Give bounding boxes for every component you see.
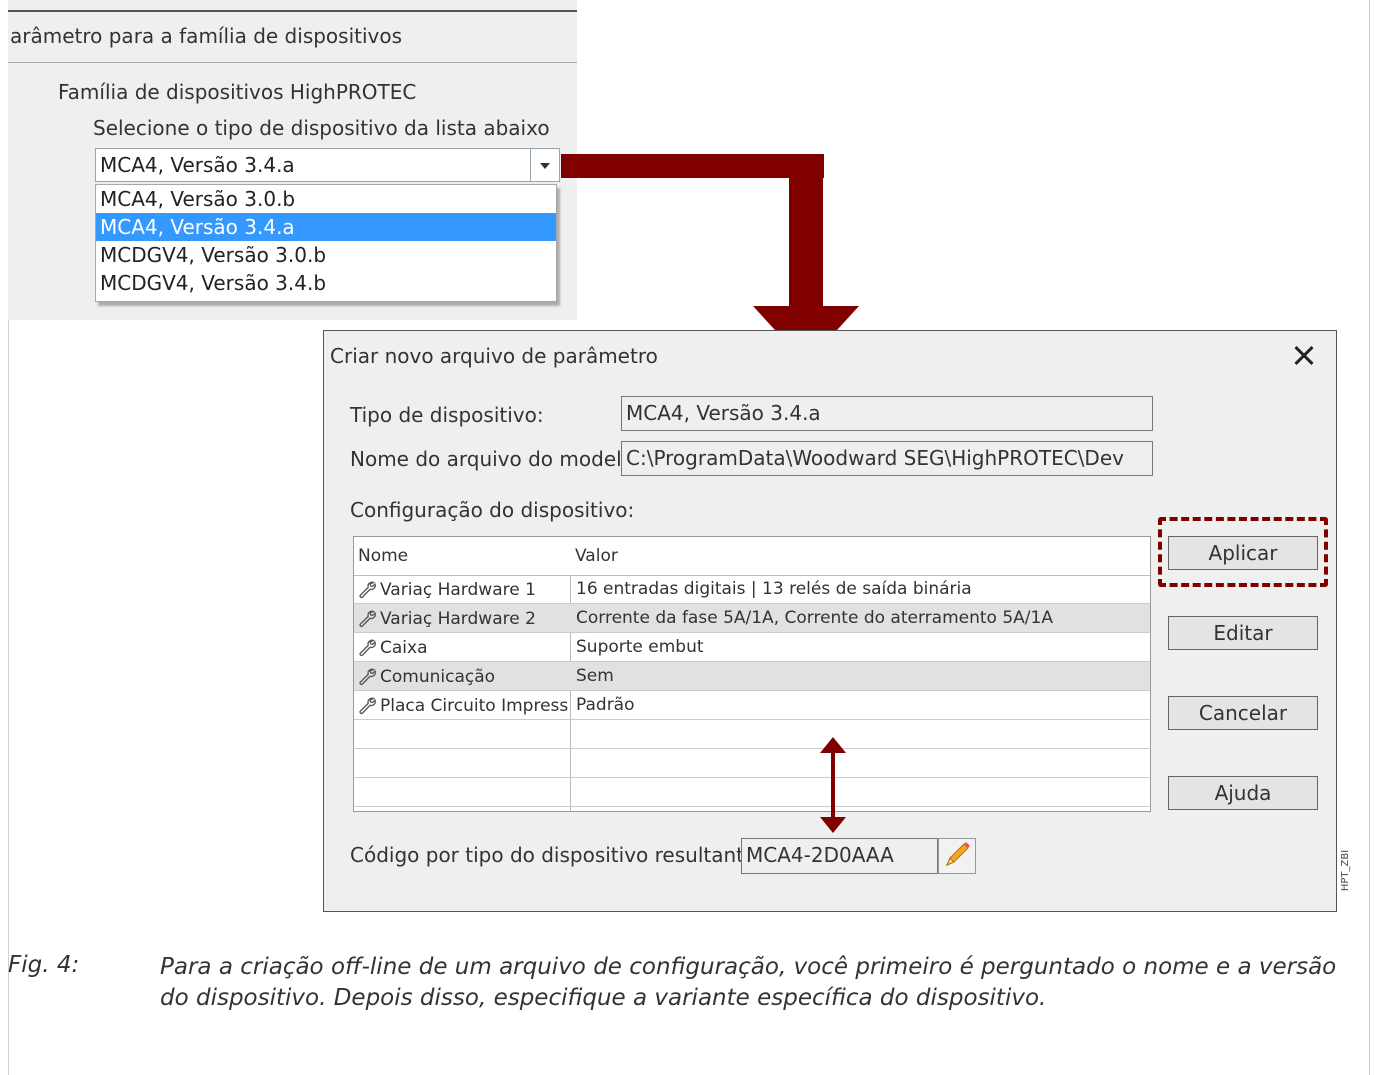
table-row[interactable]: Placa Circuito Impresso Padrão (354, 691, 1150, 720)
wrench-icon (359, 581, 376, 599)
dialog-title: Criar novo arquivo de parâmetro (330, 344, 658, 368)
row-name-cell: Variaç Hardware 1 (357, 579, 569, 600)
dropdown-option-selected[interactable]: MCA4, Versão 3.4.a (96, 213, 556, 241)
table-row-empty (354, 778, 1150, 807)
pencil-icon (946, 842, 970, 866)
row-value: Suporte embut (576, 637, 704, 657)
row-value: 16 entradas digitais | 13 relés de saída… (576, 579, 972, 599)
close-icon[interactable] (1288, 339, 1322, 373)
edit-code-button[interactable] (938, 838, 976, 874)
device-config-label: Configuração do dispositivo: (350, 498, 635, 522)
chevron-down-icon (540, 163, 550, 169)
side-reference-text: HPT_ZBI (1340, 849, 1352, 892)
row-name-cell: Caixa (357, 637, 569, 658)
table-row[interactable]: Variaç Hardware 1 16 entradas digitais |… (354, 575, 1150, 604)
table-row[interactable]: Variaç Hardware 2 Corrente da fase 5A/1A… (354, 604, 1150, 633)
device-family-label: Família de dispositivos HighPROTEC (58, 80, 417, 104)
panel-top-rule (8, 10, 577, 12)
edit-button[interactable]: Editar (1168, 616, 1318, 650)
apply-button[interactable]: Aplicar (1168, 536, 1318, 570)
wrench-icon (359, 610, 376, 628)
row-name-cell: Comunicação (357, 666, 569, 687)
result-code-value: MCA4-2D0AAA (746, 843, 894, 867)
template-file-value: C:\ProgramData\Woodward SEG\HighPROTEC\D… (626, 446, 1124, 470)
device-type-label: Tipo de dispositivo: (350, 403, 544, 427)
row-name: Variaç Hardware 2 (380, 609, 536, 629)
side-reference-tag: HPT_ZBI (1340, 850, 1360, 900)
row-name: Comunicação (380, 667, 496, 687)
device-type-dropdown-list: MCA4, Versão 3.0.b MCA4, Versão 3.4.a MC… (95, 184, 557, 302)
wrench-icon (359, 639, 376, 657)
page-border-right (1369, 0, 1370, 1075)
device-type-combobox[interactable]: MCA4, Versão 3.4.a (95, 148, 560, 182)
column-header-value[interactable]: Valor (575, 546, 618, 566)
row-value: Padrão (576, 695, 635, 715)
row-value: Sem (576, 666, 614, 686)
table-row[interactable]: Comunicação Sem (354, 662, 1150, 691)
row-name: Placa Circuito Impresso (380, 696, 569, 716)
column-header-name[interactable]: Nome (358, 546, 408, 566)
wrench-icon (359, 697, 376, 715)
panel-divider (8, 62, 577, 63)
result-code-label: Código por tipo do dispositivo resultant… (350, 843, 757, 867)
table-row[interactable]: Caixa Suporte embut (354, 633, 1150, 662)
table-row-empty (354, 749, 1150, 778)
help-button[interactable]: Ajuda (1168, 776, 1318, 810)
panel-title: arâmetro para a família de dispositivos (10, 24, 403, 48)
dropdown-option[interactable]: MCA4, Versão 3.0.b (96, 185, 556, 213)
figure-caption: Para a criação off-line de um arquivo de… (160, 954, 1337, 1011)
arrow-connector-horizontal (561, 154, 824, 178)
combobox-value: MCA4, Versão 3.4.a (100, 153, 295, 177)
dropdown-option[interactable]: MCDGV4, Versão 3.4.b (96, 269, 556, 297)
arrow-connector-vertical (789, 154, 823, 314)
table-header: Nome Valor (354, 537, 1150, 576)
row-value: Corrente da fase 5A/1A, Corrente do ater… (576, 608, 1053, 628)
row-name: Caixa (380, 638, 428, 658)
dropdown-option[interactable]: MCDGV4, Versão 3.0.b (96, 241, 556, 269)
figure-label: Fig. 4: (8, 952, 80, 978)
double-arrow-shaft (831, 749, 835, 819)
cancel-button[interactable]: Cancelar (1168, 696, 1318, 730)
device-type-field: MCA4, Versão 3.4.a (621, 396, 1153, 431)
table-row-empty (354, 720, 1150, 749)
device-family-panel: arâmetro para a família de dispositivos … (8, 0, 577, 320)
template-file-field[interactable]: C:\ProgramData\Woodward SEG\HighPROTEC\D… (621, 441, 1153, 476)
row-name: Variaç Hardware 1 (380, 580, 536, 600)
arrow-down-icon (820, 817, 846, 833)
dropdown-button[interactable] (530, 149, 559, 181)
row-name-cell: Variaç Hardware 2 (357, 608, 569, 629)
device-config-table: Nome Valor Variaç Hardware 1 16 entradas… (353, 536, 1151, 812)
create-parameter-file-dialog: Criar novo arquivo de parâmetro Tipo de … (323, 330, 1337, 912)
device-type-value: MCA4, Versão 3.4.a (626, 401, 821, 425)
row-name-cell: Placa Circuito Impresso (357, 695, 569, 716)
result-code-field: MCA4-2D0AAA (741, 838, 938, 874)
select-device-label: Selecione o tipo de dispositivo da lista… (93, 116, 550, 140)
wrench-icon (359, 668, 376, 686)
